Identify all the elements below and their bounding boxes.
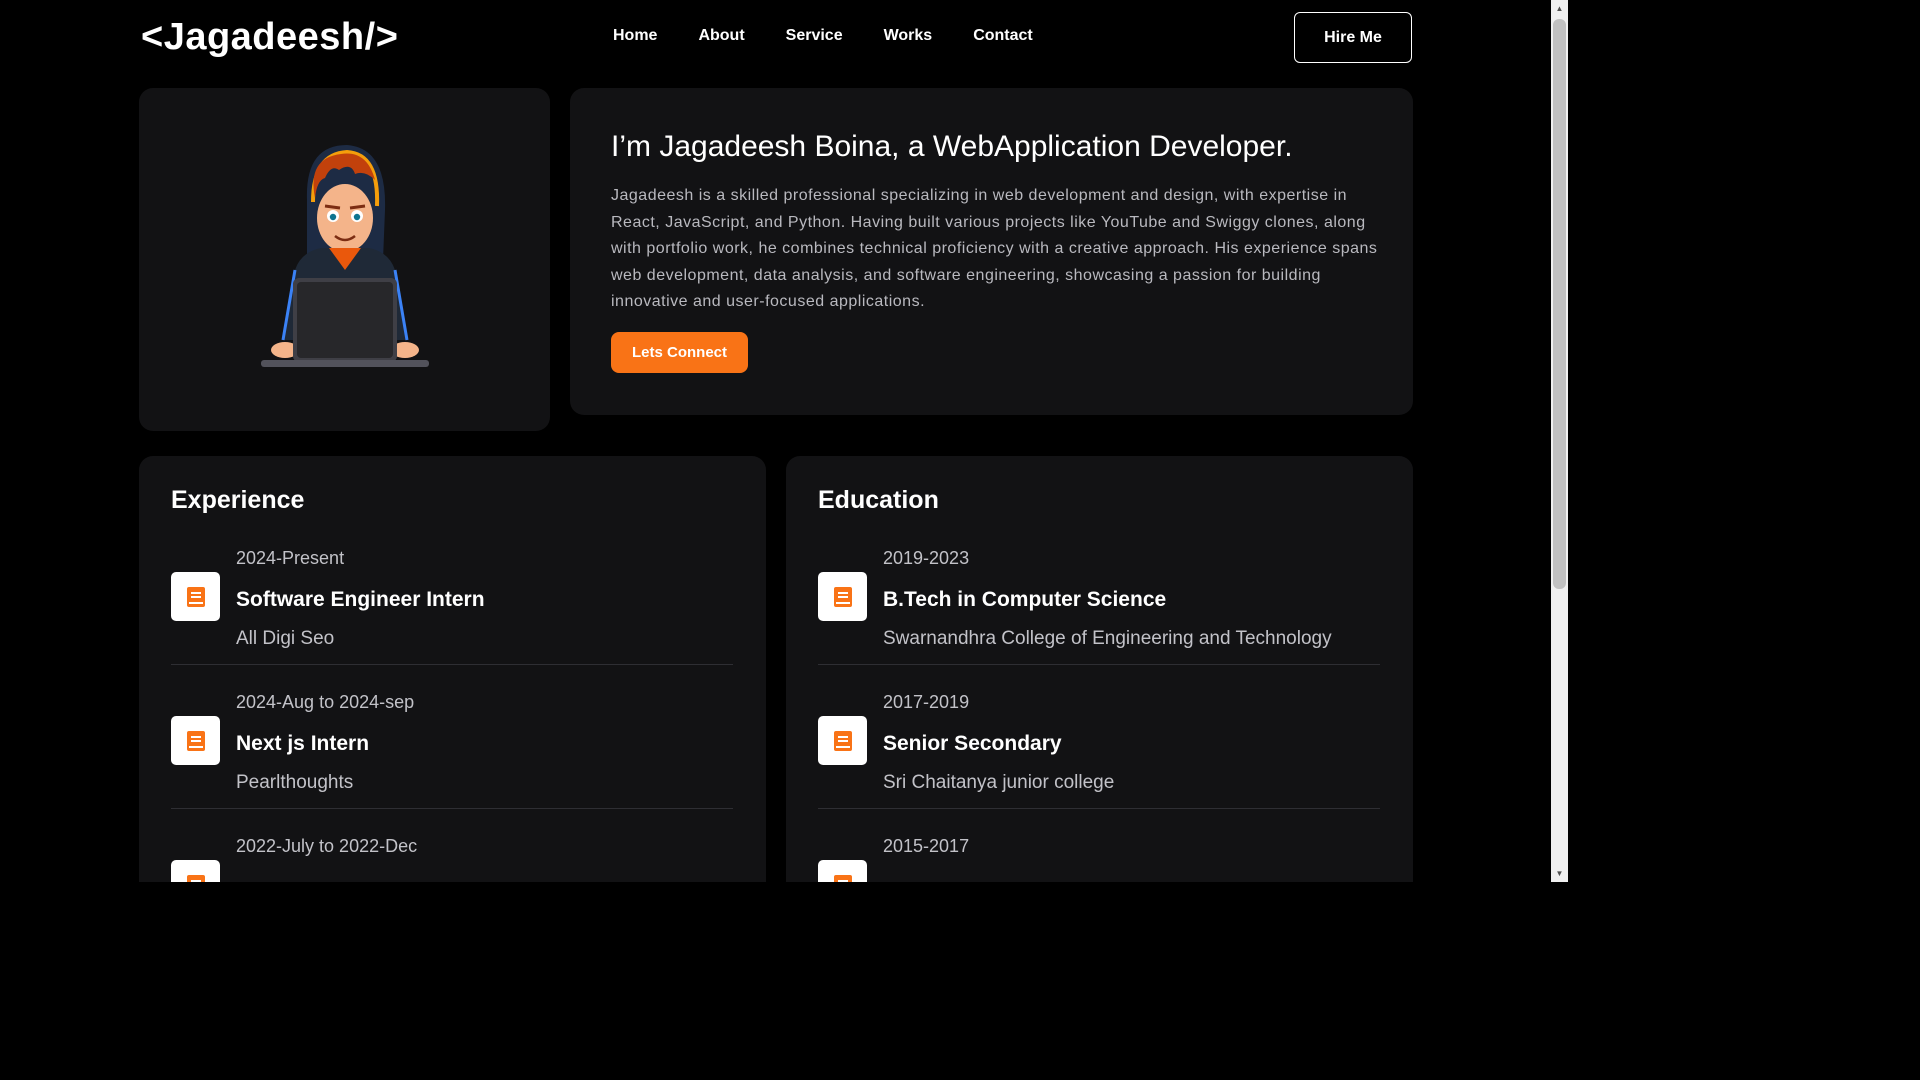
- scroll-up-icon[interactable]: ▲: [1551, 0, 1568, 17]
- book-icon: [171, 716, 220, 765]
- education-degree: B.Tech in Computer Science: [883, 588, 1167, 611]
- book-icon: [171, 572, 220, 621]
- site-logo[interactable]: <Jagadeesh/>: [141, 16, 398, 59]
- education-item: 2017-2019 Senior Secondary Sri Chaitanya…: [818, 692, 1380, 836]
- nav-home[interactable]: Home: [613, 27, 657, 45]
- divider: [171, 808, 733, 809]
- nav-contact[interactable]: Contact: [973, 27, 1033, 45]
- page-scrollbar[interactable]: ▲ ▼: [1551, 0, 1568, 882]
- scroll-thumb[interactable]: [1553, 19, 1566, 589]
- experience-title: Experience: [171, 486, 305, 514]
- hire-me-button[interactable]: Hire Me: [1294, 12, 1412, 63]
- divider: [818, 664, 1380, 665]
- nav-works[interactable]: Works: [884, 27, 933, 45]
- scroll-down-icon[interactable]: ▼: [1551, 865, 1568, 882]
- experience-org: Pearlthoughts: [236, 772, 354, 793]
- experience-item: 2024-Present Software Engineer Intern Al…: [171, 548, 733, 692]
- intro-title: I’m Jagadeesh Boina, a WebApplication De…: [611, 130, 1293, 163]
- intro-description: Jagadeesh is a skilled professional spec…: [611, 187, 1378, 310]
- experience-item: 2022-July to 2022-Dec: [171, 836, 733, 882]
- experience-period: 2024-Present: [236, 548, 345, 568]
- book-icon: [818, 860, 867, 882]
- education-institution: Sri Chaitanya junior college: [883, 772, 1115, 793]
- education-degree: Senior Secondary: [883, 732, 1062, 755]
- portfolio-page: <Jagadeesh/> Home About Service Works Co…: [0, 0, 1568, 882]
- education-period: 2017-2019: [883, 692, 970, 712]
- nav-about[interactable]: About: [698, 27, 744, 45]
- experience-item: 2024-Aug to 2024-sep Next js Intern Pear…: [171, 692, 733, 836]
- book-icon: [171, 860, 220, 882]
- education-period: 2015-2017: [883, 836, 970, 856]
- education-institution: Swarnandhra College of Engineering and T…: [883, 628, 1332, 649]
- experience-period: 2022-July to 2022-Dec: [236, 836, 418, 856]
- education-title: Education: [818, 486, 939, 514]
- education-item: 2019-2023 B.Tech in Computer Science Swa…: [818, 548, 1380, 692]
- main-nav: Home About Service Works Contact: [613, 27, 1074, 45]
- developer-avatar: [261, 145, 429, 367]
- experience-period: 2024-Aug to 2024-sep: [236, 692, 415, 712]
- experience-role: Next js Intern: [236, 732, 370, 755]
- lets-connect-button[interactable]: Lets Connect: [611, 332, 748, 373]
- nav-service[interactable]: Service: [786, 27, 843, 45]
- experience-role: Software Engineer Intern: [236, 588, 485, 611]
- education-item: 2015-2017: [818, 836, 1380, 882]
- book-icon: [818, 572, 867, 621]
- education-period: 2019-2023: [883, 548, 970, 568]
- divider: [818, 808, 1380, 809]
- divider: [171, 664, 733, 665]
- experience-org: All Digi Seo: [236, 628, 335, 649]
- book-icon: [818, 716, 867, 765]
